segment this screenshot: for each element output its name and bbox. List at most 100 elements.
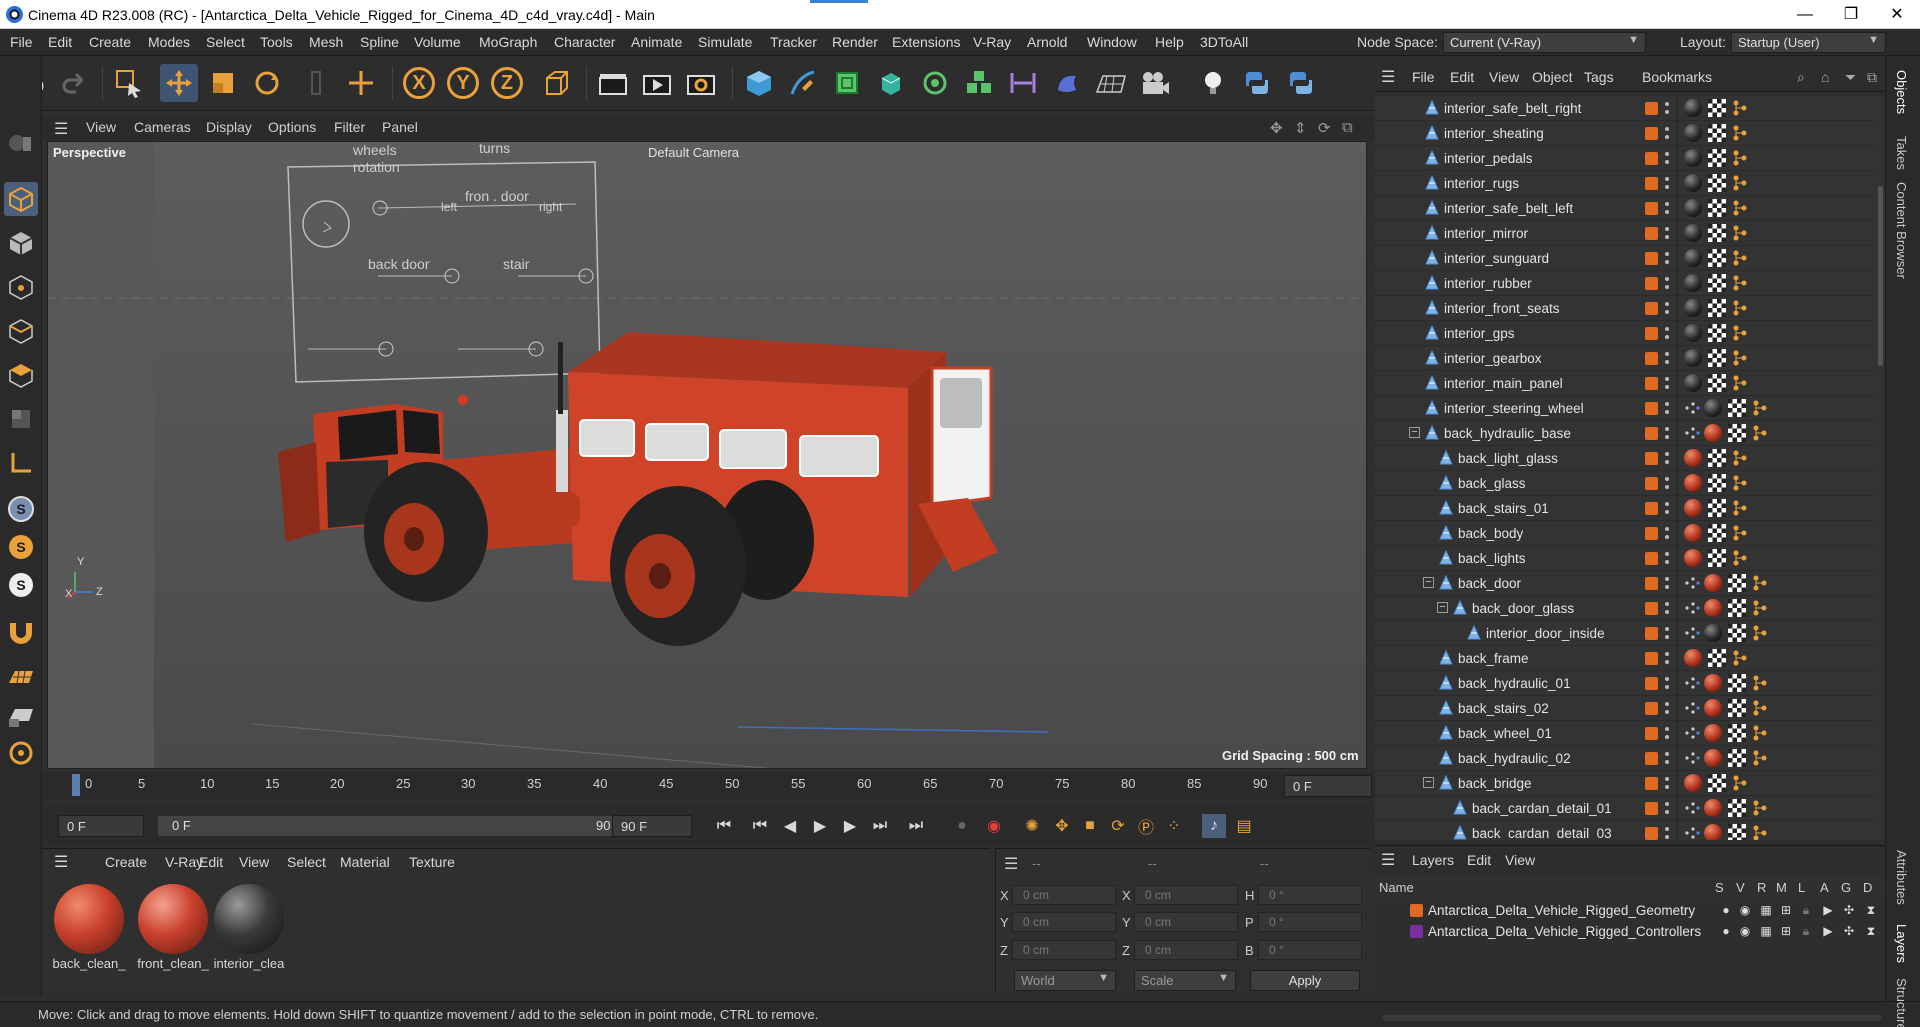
visibility-dots-icon[interactable]: [1664, 525, 1670, 541]
material-tag-icon[interactable]: [1704, 724, 1722, 742]
collapse-icon[interactable]: −: [1423, 777, 1434, 788]
material-menu-create[interactable]: Create: [105, 854, 147, 870]
layer-color-swatch[interactable]: [1645, 527, 1658, 540]
object-name[interactable]: back_cardan_detail_03: [1472, 826, 1612, 840]
object-name[interactable]: back_hydraulic_02: [1458, 751, 1571, 766]
object-name[interactable]: interior_rugs: [1444, 176, 1519, 191]
layer-color-swatch[interactable]: [1410, 904, 1423, 917]
object-menu-bookmarks[interactable]: Bookmarks: [1642, 69, 1712, 85]
object-name[interactable]: interior_sheating: [1444, 126, 1544, 141]
visibility-dots-icon[interactable]: [1664, 425, 1670, 441]
playhead[interactable]: [72, 774, 80, 796]
material-tag-icon[interactable]: [1704, 574, 1722, 592]
material-tag-icon[interactable]: [1684, 124, 1702, 142]
layer-color-swatch[interactable]: [1645, 727, 1658, 740]
visibility-dots-icon[interactable]: [1664, 325, 1670, 341]
viewport-menu-cameras[interactable]: Cameras: [134, 119, 191, 135]
uvw-checker-tag-icon[interactable]: [1708, 249, 1726, 267]
viewport-zoom-icon[interactable]: ⇕: [1294, 119, 1307, 137]
layer-color-swatch[interactable]: [1645, 577, 1658, 590]
object-name[interactable]: back_stairs_01: [1458, 501, 1549, 516]
visibility-dots-icon[interactable]: [1664, 150, 1670, 166]
visibility-dots-icon[interactable]: [1664, 550, 1670, 566]
layer-color-swatch[interactable]: [1645, 152, 1658, 165]
visibility-dots-icon[interactable]: [1664, 400, 1670, 416]
menu-3dtoall[interactable]: 3DToAll: [1200, 34, 1248, 50]
layer-color-swatch[interactable]: [1410, 925, 1423, 938]
x-axis-button[interactable]: X: [400, 64, 438, 102]
visibility-dots-icon[interactable]: [1664, 175, 1670, 191]
current-frame-field[interactable]: 0 F: [1284, 775, 1372, 797]
uvw-checker-tag-icon[interactable]: [1728, 824, 1746, 840]
uvw-checker-tag-icon[interactable]: [1708, 224, 1726, 242]
rotate-tool-button[interactable]: [248, 64, 286, 102]
object-row[interactable]: back_light_glass: [1375, 446, 1875, 471]
material-swatch[interactable]: front_clean_: [136, 884, 210, 971]
object-row[interactable]: − back_door_glass: [1375, 596, 1875, 621]
deformer-icon[interactable]: ⧗: [1864, 903, 1878, 917]
rig-tag-icon[interactable]: [1684, 749, 1700, 767]
layer-color-swatch[interactable]: [1645, 402, 1658, 415]
layer-color-swatch[interactable]: [1645, 252, 1658, 265]
visibility-dots-icon[interactable]: [1664, 200, 1670, 216]
material-tag-icon[interactable]: [1684, 374, 1702, 392]
solo-dot-icon[interactable]: ●: [1719, 924, 1733, 938]
material-tag-icon[interactable]: [1704, 624, 1722, 642]
visibility-dots-icon[interactable]: [1664, 800, 1670, 816]
position-y-field[interactable]: 0 cm: [1012, 912, 1116, 932]
object-row[interactable]: back_hydraulic_02: [1375, 746, 1875, 771]
visibility-dots-icon[interactable]: [1664, 625, 1670, 641]
menu-select[interactable]: Select: [206, 34, 245, 50]
lock-icon[interactable]: 🔒︎: [1799, 924, 1813, 938]
material-tag-icon[interactable]: [1684, 649, 1702, 667]
object-row[interactable]: interior_steering_wheel: [1375, 396, 1875, 421]
menu-create[interactable]: Create: [89, 34, 131, 50]
selection-tag-icon[interactable]: [1752, 424, 1768, 442]
material-tag-icon[interactable]: [1684, 149, 1702, 167]
uvw-checker-tag-icon[interactable]: [1728, 399, 1746, 417]
layer-color-swatch[interactable]: [1645, 627, 1658, 640]
layer-menu-layers[interactable]: Layers: [1412, 852, 1454, 868]
layer-color-swatch[interactable]: [1645, 652, 1658, 665]
scale-tool-button[interactable]: [204, 64, 242, 102]
layer-menu-edit[interactable]: Edit: [1467, 852, 1491, 868]
visibility-dots-icon[interactable]: [1664, 675, 1670, 691]
size-z-field[interactable]: 0 cm: [1134, 940, 1238, 960]
menu-modes[interactable]: Modes: [148, 34, 190, 50]
object-name[interactable]: back_hydraulic_base: [1444, 426, 1571, 441]
previous-frame-icon[interactable]: ◀: [778, 814, 802, 838]
home-icon[interactable]: ⌂: [1821, 69, 1829, 85]
selection-tag-icon[interactable]: [1732, 274, 1748, 292]
object-menu-view[interactable]: View: [1489, 69, 1519, 85]
layer-color-swatch[interactable]: [1645, 702, 1658, 715]
object-row[interactable]: interior_sunguard: [1375, 246, 1875, 271]
object-menu-tags[interactable]: Tags: [1584, 69, 1614, 85]
coordinate-system-button[interactable]: [537, 64, 575, 102]
locked-workplane-button[interactable]: [4, 698, 38, 732]
selection-tag-icon[interactable]: [1732, 649, 1748, 667]
object-menu-edit[interactable]: Edit: [1450, 69, 1474, 85]
position-x-field[interactable]: 0 cm: [1012, 885, 1116, 905]
uvw-checker-tag-icon[interactable]: [1708, 274, 1726, 292]
layer-color-swatch[interactable]: [1645, 227, 1658, 240]
solo-dot-icon[interactable]: ●: [1719, 903, 1733, 917]
rig-tag-icon[interactable]: [1684, 674, 1700, 692]
apply-button[interactable]: Apply: [1250, 970, 1360, 991]
tab-objects[interactable]: Objects: [1894, 70, 1909, 114]
visibility-dots-icon[interactable]: [1664, 375, 1670, 391]
layer-color-swatch[interactable]: [1645, 502, 1658, 515]
uvw-checker-tag-icon[interactable]: [1708, 349, 1726, 367]
material-swatch[interactable]: back_clean_: [52, 884, 126, 971]
object-name[interactable]: interior_sunguard: [1444, 251, 1549, 266]
menu-render[interactable]: Render: [832, 34, 878, 50]
make-editable-button[interactable]: [4, 126, 38, 160]
position-z-field[interactable]: 0 cm: [1012, 940, 1116, 960]
deformer-button[interactable]: [1004, 64, 1042, 102]
mograph-button[interactable]: [960, 64, 998, 102]
rig-tag-icon[interactable]: [1684, 799, 1700, 817]
menu-vray[interactable]: V-Ray: [973, 34, 1011, 50]
material-tag-icon[interactable]: [1684, 774, 1702, 792]
key-pla-icon[interactable]: ⁘: [1162, 814, 1186, 838]
uvw-checker-tag-icon[interactable]: [1708, 299, 1726, 317]
selection-tag-icon[interactable]: [1732, 524, 1748, 542]
